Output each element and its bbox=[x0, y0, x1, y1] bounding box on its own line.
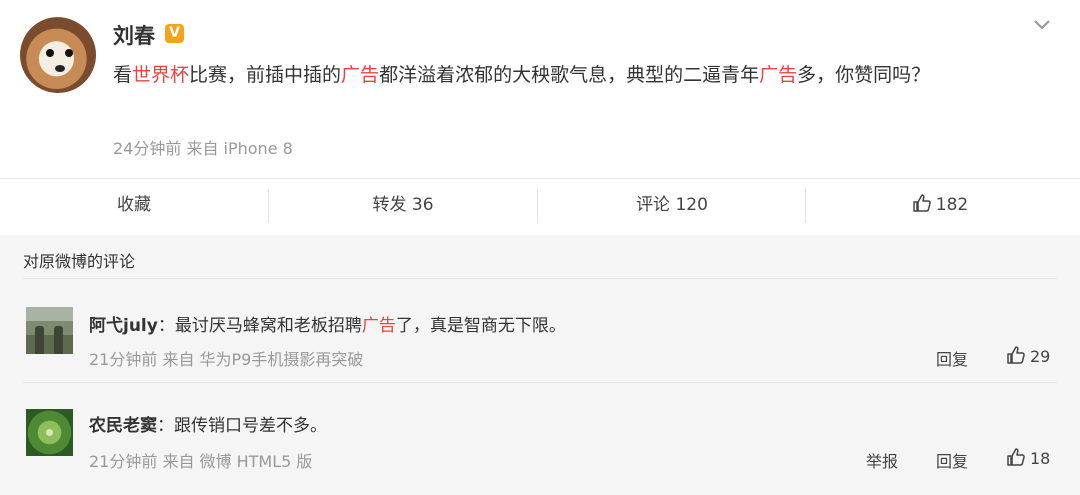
comment-separator: ： bbox=[157, 416, 174, 436]
favorite-button[interactable]: 收藏 bbox=[0, 179, 268, 235]
commenter-avatar[interactable] bbox=[26, 409, 73, 456]
post-text: 看世界杯比赛，前插中插的广告都洋溢着浓郁的大秧歌气息，典型的二逼青年广告多，你赞… bbox=[113, 58, 1033, 92]
comment-item: 农民老窦：跟传销口号差不多。 bbox=[89, 411, 327, 436]
verified-badge-icon: V bbox=[165, 24, 184, 43]
post-text-segment: 比赛，前插中插的 bbox=[189, 64, 342, 86]
repost-button[interactable]: 转发 36 bbox=[269, 179, 537, 235]
keyword-link[interactable]: 广告 bbox=[362, 316, 396, 336]
post-text-segment: 都洋溢着浓郁的大秧歌气息，典型的二逼青年 bbox=[379, 64, 760, 86]
like-count: 182 bbox=[935, 195, 969, 215]
comment-item: 阿弋july：最讨厌马蜂窝和老板招聘广告了，真是智商无下限。 bbox=[89, 311, 566, 336]
avatar-eye bbox=[46, 49, 54, 57]
keyword-link[interactable]: 广告 bbox=[759, 64, 797, 86]
author-name[interactable]: 刘春 bbox=[113, 20, 155, 50]
comment-meta: 21分钟前 来自 微博 HTML5 版 bbox=[89, 452, 313, 471]
comment-text: 跟传销口号差不多。 bbox=[174, 416, 327, 436]
commenter-avatar[interactable] bbox=[26, 307, 73, 354]
post-meta: 24分钟前 来自 iPhone 8 bbox=[113, 139, 293, 158]
chevron-down-icon[interactable] bbox=[1032, 14, 1052, 34]
weibo-post: 刘春 V 看世界杯比赛，前插中插的广告都洋溢着浓郁的大秧歌气息，典型的二逼青年广… bbox=[0, 0, 1080, 178]
comments-divider bbox=[23, 382, 1057, 383]
post-text-segment: 多，你赞同吗？ bbox=[797, 64, 931, 86]
comment-button[interactable]: 评论 120 bbox=[538, 179, 806, 235]
comments-divider bbox=[23, 278, 1057, 279]
comment-text: 最讨厌马蜂窝和老板招聘 bbox=[174, 316, 362, 336]
avatar-figure bbox=[35, 326, 44, 354]
comment-text: 了，真是智商无下限。 bbox=[395, 316, 566, 336]
avatar-nose bbox=[55, 65, 65, 72]
commenter-name[interactable]: 阿弋july bbox=[89, 316, 158, 336]
comment-like-count: 29 bbox=[1030, 347, 1051, 366]
post-text-segment: 看 bbox=[113, 64, 133, 86]
comment-like-count: 18 bbox=[1030, 449, 1051, 468]
comment-separator: ： bbox=[157, 316, 175, 336]
hashtag-link[interactable]: 世界杯 bbox=[132, 64, 189, 86]
report-button[interactable]: 举报 bbox=[866, 448, 898, 472]
thumbs-up-icon bbox=[1007, 448, 1025, 466]
action-bar: 收藏 转发 36 评论 120 182 bbox=[0, 178, 1080, 236]
comment-like-button[interactable]: 29 bbox=[1006, 345, 1050, 366]
comments-panel: 对原微博的评论 阿弋july：最讨厌马蜂窝和老板招聘广告了，真是智商无下限。 2… bbox=[0, 235, 1080, 495]
thumbs-up-icon bbox=[1007, 346, 1025, 364]
comments-section-title: 对原微博的评论 bbox=[23, 252, 136, 271]
reply-button[interactable]: 回复 bbox=[936, 346, 968, 370]
comment-like-button[interactable]: 18 bbox=[1006, 447, 1050, 468]
avatar-figure bbox=[54, 326, 63, 354]
author-avatar[interactable] bbox=[20, 17, 96, 93]
commenter-name[interactable]: 农民老窦 bbox=[89, 416, 157, 436]
comment-meta: 21分钟前 来自 华为P9手机摄影再突破 bbox=[89, 350, 364, 369]
keyword-link[interactable]: 广告 bbox=[341, 64, 379, 86]
reply-button[interactable]: 回复 bbox=[936, 448, 968, 472]
thumbs-up-icon bbox=[913, 194, 931, 212]
avatar-eye bbox=[65, 49, 73, 57]
like-button[interactable]: 182 bbox=[806, 179, 1074, 235]
